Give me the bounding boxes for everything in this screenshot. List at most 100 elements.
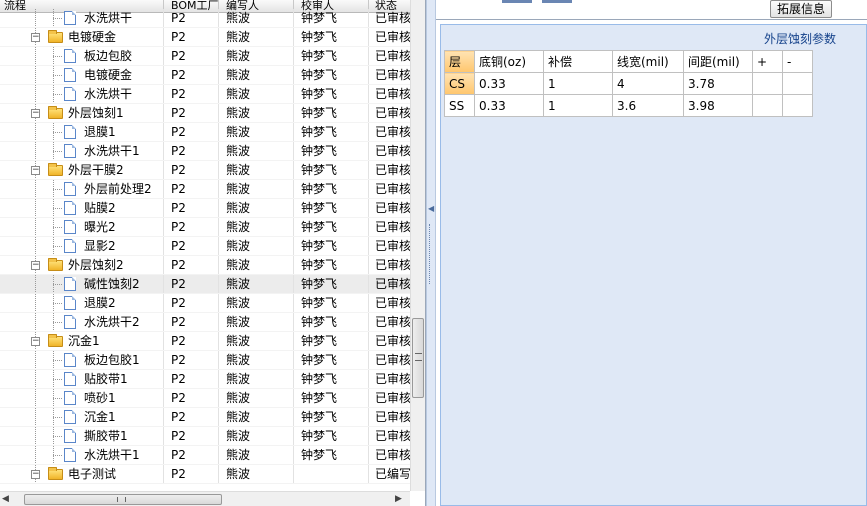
collapse-toggle-icon[interactable]: − bbox=[31, 166, 40, 175]
collapse-toggle-icon[interactable]: − bbox=[31, 470, 40, 479]
table-row[interactable]: SS 0.33 1 3.6 3.98 bbox=[444, 94, 813, 117]
remove-row-button[interactable]: - bbox=[782, 50, 813, 73]
extend-info-button[interactable]: 拓展信息 bbox=[770, 0, 832, 18]
cell-spacing[interactable]: 3.98 bbox=[683, 94, 753, 117]
factory-cell: P2 bbox=[164, 218, 219, 236]
tree-row[interactable]: 沉金1 P2 熊波 钟梦飞 已审核 bbox=[0, 408, 410, 427]
flow-cell[interactable]: 电镀硬金 bbox=[0, 66, 164, 84]
header-line-width[interactable]: 线宽(mil) bbox=[612, 50, 684, 73]
tree-row[interactable]: 水洗烘干2 P2 熊波 钟梦飞 已审核 bbox=[0, 313, 410, 332]
cell-line-width[interactable]: 4 bbox=[612, 72, 684, 95]
flow-cell[interactable]: 沉金1 bbox=[0, 408, 164, 426]
collapse-toggle-icon[interactable]: − bbox=[31, 337, 40, 346]
tree-row[interactable]: 水洗烘干1 P2 熊波 钟梦飞 已审核 bbox=[0, 446, 410, 465]
cell-compensation[interactable]: 1 bbox=[543, 94, 613, 117]
tree-row[interactable]: 板边包胶1 P2 熊波 钟梦飞 已审核 bbox=[0, 351, 410, 370]
flow-cell[interactable]: − 电镀硬金 bbox=[0, 28, 164, 46]
header-spacing[interactable]: 间距(mil) bbox=[683, 50, 753, 73]
header-base-copper[interactable]: 底铜(oz) bbox=[474, 50, 544, 73]
pane-splitter[interactable]: ◀ bbox=[426, 0, 436, 506]
flow-cell[interactable]: 显影2 bbox=[0, 237, 164, 255]
flow-cell[interactable]: − 外层蚀刻1 bbox=[0, 104, 164, 122]
tree-row[interactable]: 板边包胶 P2 熊波 钟梦飞 已审核 bbox=[0, 47, 410, 66]
cell-compensation[interactable]: 1 bbox=[543, 72, 613, 95]
tree-row[interactable]: 退膜2 P2 熊波 钟梦飞 已审核 bbox=[0, 294, 410, 313]
vertical-scroll-thumb[interactable] bbox=[412, 318, 424, 398]
tree-row[interactable]: − 外层干膜2 P2 熊波 钟梦飞 已审核 bbox=[0, 161, 410, 180]
collapse-toggle-icon[interactable]: − bbox=[31, 33, 40, 42]
cell-line-width[interactable]: 3.6 bbox=[612, 94, 684, 117]
tree-row[interactable]: 退膜1 P2 熊波 钟梦飞 已审核 bbox=[0, 123, 410, 142]
cell-plus[interactable] bbox=[752, 94, 783, 117]
tree-row[interactable]: 水洗烘干 P2 熊波 钟梦飞 已审核 bbox=[0, 85, 410, 104]
flow-cell[interactable]: 碱性蚀刻2 bbox=[0, 275, 164, 293]
flow-cell[interactable]: − 外层干膜2 bbox=[0, 161, 164, 179]
status-cell: 已审核 bbox=[375, 239, 410, 253]
scroll-right-arrow-icon[interactable]: ▶ bbox=[395, 494, 402, 504]
collapse-left-arrow-icon[interactable]: ◀ bbox=[428, 204, 434, 213]
flow-cell[interactable]: 外层前处理2 bbox=[0, 180, 164, 198]
cell-plus[interactable] bbox=[752, 72, 783, 95]
tree-row[interactable]: − 外层蚀刻1 P2 熊波 钟梦飞 已审核 bbox=[0, 104, 410, 123]
flow-cell[interactable]: − 电子测试 bbox=[0, 465, 164, 483]
tree-row[interactable]: 贴膜2 P2 熊波 钟梦飞 已审核 bbox=[0, 199, 410, 218]
table-row[interactable]: CS 0.33 1 4 3.78 bbox=[444, 72, 813, 95]
scroll-left-arrow-icon[interactable]: ◀ bbox=[2, 494, 9, 504]
cell-layer[interactable]: CS bbox=[444, 72, 475, 95]
strip-tab-indicator[interactable] bbox=[502, 0, 532, 3]
document-icon bbox=[64, 239, 76, 253]
tree-row[interactable]: 外层前处理2 P2 熊波 钟梦飞 已审核 bbox=[0, 180, 410, 199]
editor-cell: 熊波 bbox=[219, 237, 294, 255]
flow-cell[interactable]: 喷砂1 bbox=[0, 389, 164, 407]
document-icon bbox=[64, 296, 76, 310]
flow-cell[interactable]: 水洗烘干2 bbox=[0, 313, 164, 331]
flow-cell[interactable]: − 沉金1 bbox=[0, 332, 164, 350]
collapse-toggle-icon[interactable]: − bbox=[31, 109, 40, 118]
tree-horizontal-scrollbar[interactable]: ◀ ▶ bbox=[0, 491, 410, 506]
factory-cell: P2 bbox=[164, 294, 219, 312]
flow-cell[interactable]: 板边包胶1 bbox=[0, 351, 164, 369]
flow-cell[interactable]: 水洗烘干 bbox=[0, 9, 164, 27]
tree-row[interactable]: − 电子测试 P2 熊波 已编写 bbox=[0, 465, 410, 484]
collapse-toggle-icon[interactable]: − bbox=[31, 261, 40, 270]
flow-cell[interactable]: 曝光2 bbox=[0, 218, 164, 236]
tree-row[interactable]: 水洗烘干 P2 熊波 钟梦飞 已审核 bbox=[0, 9, 410, 28]
flow-cell[interactable]: 水洗烘干1 bbox=[0, 142, 164, 160]
tree-row[interactable]: 水洗烘干1 P2 熊波 钟梦飞 已审核 bbox=[0, 142, 410, 161]
editor-cell: 熊波 bbox=[219, 142, 294, 160]
add-row-button[interactable]: + bbox=[752, 50, 783, 73]
cell-spacing[interactable]: 3.78 bbox=[683, 72, 753, 95]
grip-icon bbox=[415, 353, 422, 361]
flow-cell[interactable]: 板边包胶 bbox=[0, 47, 164, 65]
tree-row[interactable]: 碱性蚀刻2 P2 熊波 钟梦飞 已审核 bbox=[0, 275, 410, 294]
header-layer[interactable]: 层 bbox=[444, 50, 475, 73]
tree-row[interactable]: 显影2 P2 熊波 钟梦飞 已审核 bbox=[0, 237, 410, 256]
horizontal-scroll-thumb[interactable] bbox=[24, 494, 222, 505]
flow-cell[interactable]: 撕胶带1 bbox=[0, 427, 164, 445]
header-compensation[interactable]: 补偿 bbox=[543, 50, 613, 73]
tree-row[interactable]: − 外层蚀刻2 P2 熊波 钟梦飞 已审核 bbox=[0, 256, 410, 275]
tree-row[interactable]: 撕胶带1 P2 熊波 钟梦飞 已审核 bbox=[0, 427, 410, 446]
flow-cell[interactable]: − 外层蚀刻2 bbox=[0, 256, 164, 274]
tree-vertical-scrollbar[interactable] bbox=[410, 0, 425, 491]
tree-row[interactable]: 贴胶带1 P2 熊波 钟梦飞 已审核 bbox=[0, 370, 410, 389]
flow-label: 电镀硬金 bbox=[84, 68, 133, 82]
flow-cell[interactable]: 退膜1 bbox=[0, 123, 164, 141]
flow-cell[interactable]: 退膜2 bbox=[0, 294, 164, 312]
cell-minus[interactable] bbox=[782, 94, 813, 117]
tree-row[interactable]: 曝光2 P2 熊波 钟梦飞 已审核 bbox=[0, 218, 410, 237]
flow-cell[interactable]: 水洗烘干 bbox=[0, 85, 164, 103]
cell-layer[interactable]: SS bbox=[444, 94, 475, 117]
cell-base-copper[interactable]: 0.33 bbox=[474, 72, 544, 95]
flow-cell[interactable]: 贴膜2 bbox=[0, 199, 164, 217]
editor-cell: 熊波 bbox=[219, 218, 294, 236]
tree-row[interactable]: 喷砂1 P2 熊波 钟梦飞 已审核 bbox=[0, 389, 410, 408]
strip-tab-indicator[interactable] bbox=[542, 0, 572, 3]
tree-row[interactable]: − 电镀硬金 P2 熊波 钟梦飞 已审核 bbox=[0, 28, 410, 47]
cell-base-copper[interactable]: 0.33 bbox=[474, 94, 544, 117]
tree-row[interactable]: − 沉金1 P2 熊波 钟梦飞 已审核 bbox=[0, 332, 410, 351]
tree-row[interactable]: 电镀硬金 P2 熊波 钟梦飞 已审核 bbox=[0, 66, 410, 85]
cell-minus[interactable] bbox=[782, 72, 813, 95]
flow-cell[interactable]: 水洗烘干1 bbox=[0, 446, 164, 464]
flow-cell[interactable]: 贴胶带1 bbox=[0, 370, 164, 388]
